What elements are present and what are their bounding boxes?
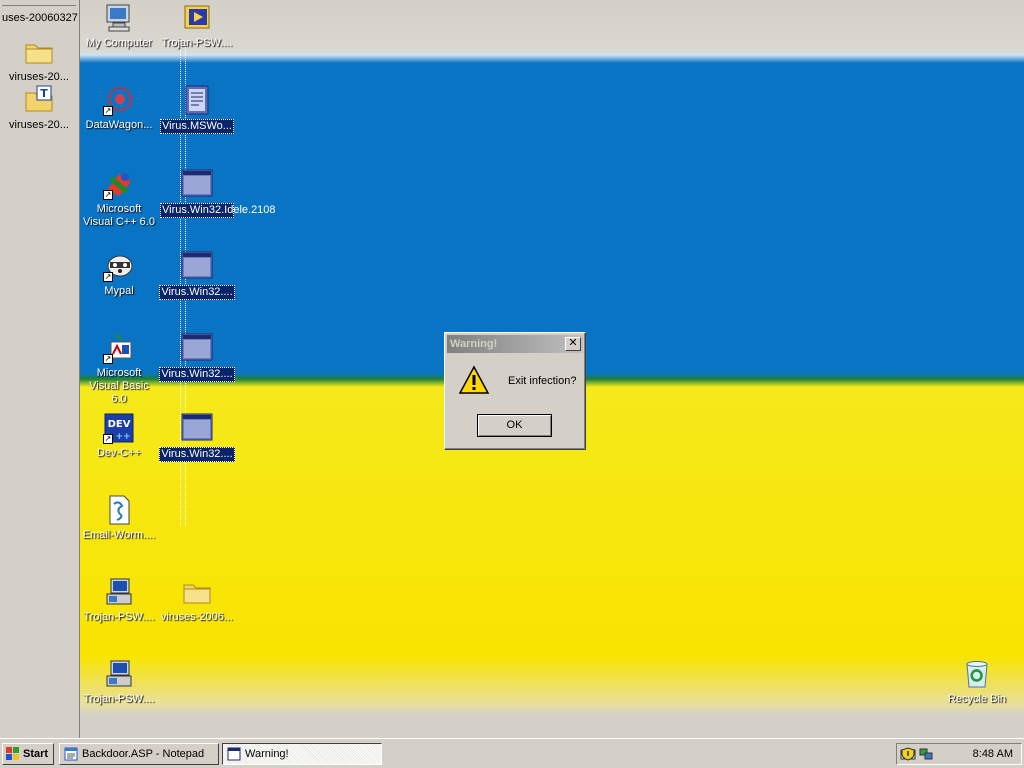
pane-divider [2,5,76,6]
taskbar: Start Backdoor.ASP - Notepad Warning! 8:… [0,738,1024,768]
shortcut-arrow-icon: ↗ [103,106,113,116]
window-exe-icon [181,332,213,364]
ok-button[interactable]: OK [477,414,552,437]
dialog-close-button[interactable]: ✕ [565,337,581,351]
installer-icon [103,576,135,608]
window-exe-icon [181,168,213,200]
shield-icon[interactable] [901,747,915,761]
start-label: Start [23,748,49,760]
dev-cpp-icon: DEV ++ ↗ [103,412,135,444]
desktop-icon-virus-mswo[interactable]: Virus.MSWo... [158,84,236,134]
shortcut-arrow-icon: ↗ [103,354,113,364]
media-file-icon [181,2,213,34]
desktop-icon-email-worm[interactable]: Email-Worm.... [80,494,158,542]
taskbar-item-warning[interactable]: Warning! [222,743,382,765]
desktop-icon-virus-win32-b[interactable]: Virus.Win32.... [158,332,236,382]
desktop-icon-my-computer[interactable]: My Computer [80,2,158,50]
desktop[interactable]: uses-20060327. viruses-20... T viruses-2… [0,0,1024,738]
folder-icon [23,36,55,68]
script-file-icon [103,494,135,526]
desktop-icon-dev-cpp[interactable]: DEV ++ ↗ Dev-C++ [80,412,158,460]
svg-text:T: T [40,87,48,100]
pane-item-truncated[interactable]: uses-20060327. [2,12,78,26]
desktop-icon-visual-basic[interactable]: ↗ Microsoft Visual Basic 6.0 [80,332,158,406]
recycle-bin-icon [961,658,993,690]
window-icon [227,747,241,761]
desktop-icon-virus-win32-idele[interactable]: Virus.Win32.Idele.2108 [158,168,276,218]
start-button[interactable]: Start [2,743,54,765]
clock[interactable]: 8:48 AM [973,748,1013,760]
network-icon[interactable] [919,747,933,761]
window-exe-icon [181,412,213,444]
desktop-icon-recycle-bin[interactable]: Recycle Bin [938,658,1016,706]
taskbar-item-notepad[interactable]: Backdoor.ASP - Notepad [59,743,219,765]
notepad-icon [64,747,78,761]
svg-text:++: ++ [115,432,130,442]
folder-icon [181,576,213,608]
desktop-icon-datawagon[interactable]: ↗ DataWagon... [80,84,158,132]
visual-basic-icon: ↗ [103,332,135,364]
window-exe-icon [181,250,213,282]
dialog-titlebar[interactable]: Warning! ✕ [447,335,583,353]
svg-text:DEV: DEV [108,419,131,430]
my-computer-icon [103,2,135,34]
windows-logo-icon [6,747,20,761]
text-file-icon: T [23,84,55,116]
desktop-icon-trojan-psw-1[interactable]: Trojan-PSW.... [80,576,158,624]
pane-item-text-file[interactable]: T viruses-20... [0,84,78,132]
system-tray: 8:48 AM [896,743,1022,765]
taskbar-item-label: Backdoor.ASP - Notepad [82,748,205,760]
pane-item-folder[interactable]: viruses-20... [0,36,78,84]
dialog-message: Exit infection? [508,375,577,387]
desktop-icon-virus-win32-c[interactable]: Virus.Win32.... [158,412,236,462]
desktop-icon-viruses-folder[interactable]: viruses-2006... [158,576,236,624]
warning-dialog[interactable]: Warning! ✕ Exit infection? OK [444,332,586,450]
desktop-icon-mypal[interactable]: ↗ Mypal [80,250,158,298]
mypal-icon: ↗ [103,250,135,282]
installer-icon [103,658,135,690]
desktop-icon-trojan-psw-2[interactable]: Trojan-PSW.... [80,658,158,706]
shortcut-arrow-icon: ↗ [103,272,113,282]
visual-cpp-icon: ↗ [103,168,135,200]
left-folder-pane: uses-20060327. viruses-20... T viruses-2… [0,0,80,738]
desktop-icon-visual-cpp[interactable]: ↗ Microsoft Visual C++ 6.0 [80,168,158,229]
taskbar-item-label: Warning! [245,748,289,760]
document-icon [181,84,213,116]
datawagon-icon: ↗ [103,84,135,116]
dialog-title: Warning! [450,338,498,350]
warning-icon [458,365,490,397]
desktop-icon-virus-win32-a[interactable]: Virus.Win32.... [158,250,236,300]
shortcut-arrow-icon: ↗ [103,190,113,200]
shortcut-arrow-icon: ↗ [103,434,113,444]
desktop-icon-trojan-psw-media[interactable]: Trojan-PSW.... [158,2,236,50]
